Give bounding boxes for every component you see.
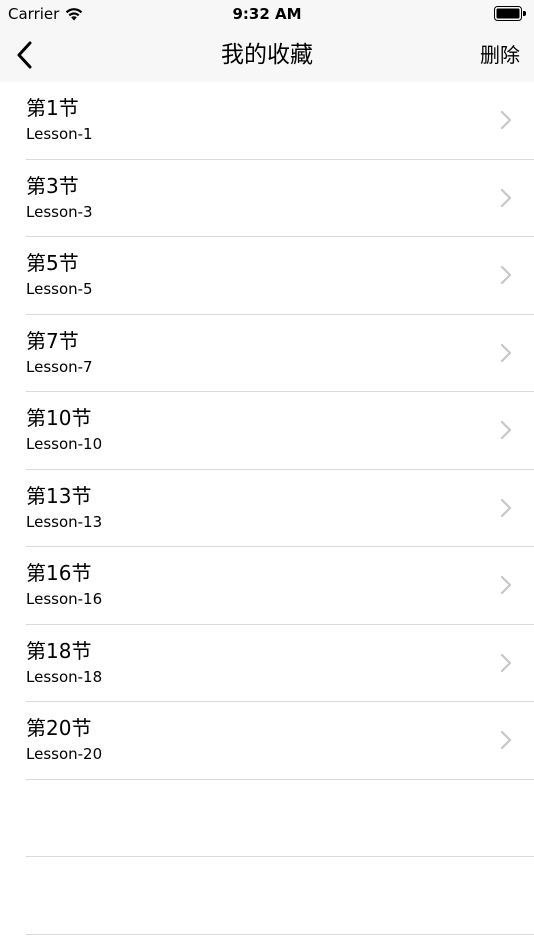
lesson-subtitle: Lesson-3 [26,202,93,221]
chevron-right-icon [500,653,512,672]
list-item[interactable]: 第3节 Lesson-3 [0,160,534,238]
navigation-bar: 我的收藏 删除 [0,28,534,82]
lesson-subtitle: Lesson-10 [26,435,103,453]
lesson-title: 第18节 [26,638,92,663]
list-item[interactable]: 第13节 Lesson-13 [0,470,534,548]
lesson-subtitle: Lesson-7 [26,357,93,376]
lesson-subtitle: Lesson-20 [26,745,103,763]
list-item[interactable]: 第16节 Lesson-16 [0,547,534,625]
chevron-right-icon [500,730,512,750]
chevron-right-icon [500,188,512,207]
lesson-title: 第5节 [26,251,79,275]
delete-button[interactable]: 删除 [480,28,520,82]
list-item[interactable]: 第7节 Lesson-7 [0,315,534,393]
lesson-title: 第13节 [26,483,92,508]
page-title: 我的收藏 [221,42,313,68]
empty-row [0,780,534,858]
lesson-title: 第10节 [26,406,92,430]
chevron-right-icon [500,575,512,595]
status-time: 9:32 AM [232,5,302,23]
lesson-subtitle: Lesson-5 [26,280,93,298]
chevron-left-icon [17,41,32,69]
lesson-subtitle: Lesson-13 [26,512,103,531]
list-item[interactable]: 第20节 Lesson-20 [0,702,534,780]
chevron-right-icon [500,498,512,517]
list-item[interactable]: 第18节 Lesson-18 [0,625,534,703]
list-item[interactable]: 第1节 Lesson-1 [0,82,534,160]
status-bar: Carrier 9:32 AM [0,0,534,28]
list-item[interactable]: 第5节 Lesson-5 [0,237,534,315]
lesson-title: 第3节 [26,173,79,198]
lesson-subtitle: Lesson-1 [26,125,93,143]
empty-row [0,857,534,935]
chevron-right-icon [500,265,512,285]
lesson-title: 第7节 [26,328,79,353]
lesson-title: 第1节 [26,96,79,120]
favorites-list: 第1节 Lesson-1 第3节 Lesson-3 第5节 Lesson-5 第… [0,82,534,935]
screen: Carrier 9:32 AM 我的收藏 删除 第1节 Lesson-1 第3节… [0,0,534,950]
lesson-title: 第20节 [26,716,92,740]
chevron-right-icon [500,343,512,362]
back-button[interactable] [10,36,40,74]
lesson-subtitle: Lesson-18 [26,667,103,686]
lesson-title: 第16节 [26,561,92,585]
chevron-right-icon [500,420,512,440]
battery-icon [494,6,526,21]
list-item[interactable]: 第10节 Lesson-10 [0,392,534,470]
lesson-subtitle: Lesson-16 [26,590,103,608]
chevron-right-icon [500,110,512,130]
